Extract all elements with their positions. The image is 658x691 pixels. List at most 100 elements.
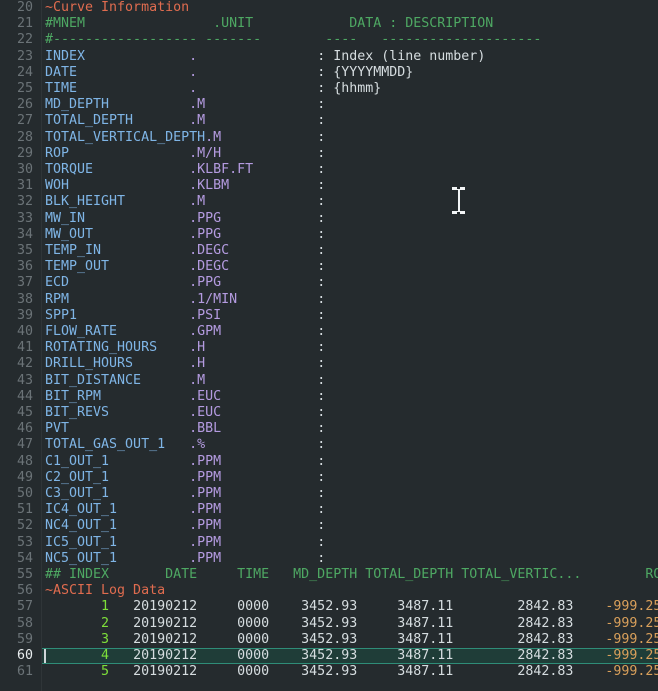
line-content[interactable]: ROP .M/H : bbox=[45, 146, 325, 162]
line-number[interactable]: 35 bbox=[0, 243, 33, 259]
editor-line[interactable]: 44 BIT_RPM .EUC : bbox=[0, 389, 658, 405]
line-number[interactable]: 53 bbox=[0, 535, 33, 551]
line-number[interactable]: 59 bbox=[0, 632, 33, 648]
editor-line[interactable]: 61 5 20190212 0000 3452.93 3487.11 2842.… bbox=[0, 664, 658, 680]
editor-line[interactable]: 21 #MNEM .UNIT DATA : DESCRIPTION bbox=[0, 16, 658, 32]
line-content[interactable]: ~ASCII Log Data bbox=[45, 583, 165, 599]
line-content[interactable]: TOTAL_DEPTH .M : bbox=[45, 113, 325, 129]
line-content[interactable]: 3 20190212 0000 3452.93 3487.11 2842.83 … bbox=[45, 632, 658, 648]
line-content[interactable]: PVT .BBL : bbox=[45, 421, 325, 437]
editor-line[interactable]: 39 SPP1 .PSI : bbox=[0, 308, 658, 324]
line-number[interactable]: 27 bbox=[0, 113, 33, 129]
line-number[interactable]: 48 bbox=[0, 454, 33, 470]
editor-line[interactable]: 24 DATE . : {YYYYMMDD} bbox=[0, 65, 658, 81]
line-content[interactable]: 2 20190212 0000 3452.93 3487.11 2842.83 … bbox=[45, 616, 658, 632]
line-content[interactable]: TOTAL_GAS_OUT_1 .% : bbox=[45, 437, 325, 453]
line-number[interactable]: 51 bbox=[0, 502, 33, 518]
line-number[interactable]: 57 bbox=[0, 599, 33, 615]
editor-line[interactable]: 42 DRILL_HOURS .H : bbox=[0, 356, 658, 372]
editor-line[interactable]: 50 C3_OUT_1 .PPM : bbox=[0, 486, 658, 502]
editor-line[interactable]: 38 RPM .1/MIN : bbox=[0, 292, 658, 308]
line-content[interactable]: TORQUE .KLBF.FT : bbox=[45, 162, 325, 178]
line-content[interactable]: IC4_OUT_1 .PPM : bbox=[45, 502, 325, 518]
line-number[interactable]: 56 bbox=[0, 583, 33, 599]
line-number[interactable]: 41 bbox=[0, 340, 33, 356]
line-content[interactable]: ~Curve Information bbox=[45, 0, 189, 16]
editor-line[interactable]: 57 1 20190212 0000 3452.93 3487.11 2842.… bbox=[0, 599, 658, 615]
line-number[interactable]: 32 bbox=[0, 194, 33, 210]
line-content[interactable]: ECD .PPG : bbox=[45, 275, 325, 291]
line-number[interactable]: 38 bbox=[0, 292, 33, 308]
editor-line[interactable]: 30 TORQUE .KLBF.FT : bbox=[0, 162, 658, 178]
line-number[interactable]: 28 bbox=[0, 130, 33, 146]
line-content[interactable]: INDEX . : Index (line number) bbox=[45, 49, 485, 65]
editor-line[interactable]: 27 TOTAL_DEPTH .M : bbox=[0, 113, 658, 129]
editor-line[interactable]: 33 MW_IN .PPG : bbox=[0, 211, 658, 227]
line-content[interactable]: IC5_OUT_1 .PPM : bbox=[45, 535, 325, 551]
editor-line[interactable]: 45 BIT_REVS .EUC : bbox=[0, 405, 658, 421]
line-number[interactable]: 40 bbox=[0, 324, 33, 340]
line-number[interactable]: 37 bbox=[0, 275, 33, 291]
editor-line[interactable]: 49 C2_OUT_1 .PPM : bbox=[0, 470, 658, 486]
editor-line[interactable]: 58 2 20190212 0000 3452.93 3487.11 2842.… bbox=[0, 616, 658, 632]
line-content[interactable]: RPM .1/MIN : bbox=[45, 292, 325, 308]
editor-line[interactable]: 34 MW_OUT .PPG : bbox=[0, 227, 658, 243]
line-number[interactable]: 47 bbox=[0, 437, 33, 453]
line-content[interactable]: TEMP_IN .DEGC : bbox=[45, 243, 325, 259]
line-number[interactable]: 60 bbox=[0, 648, 33, 664]
line-number[interactable]: 20 bbox=[0, 0, 33, 16]
editor-line[interactable]: 26 MD_DEPTH .M : bbox=[0, 97, 658, 113]
line-content[interactable]: #MNEM .UNIT DATA : DESCRIPTION bbox=[45, 16, 493, 32]
line-content[interactable]: C1_OUT_1 .PPM : bbox=[45, 454, 325, 470]
editor-line[interactable]: 47 TOTAL_GAS_OUT_1 .% : bbox=[0, 437, 658, 453]
line-content[interactable]: BIT_REVS .EUC : bbox=[45, 405, 325, 421]
line-content[interactable]: FLOW_RATE .GPM : bbox=[45, 324, 325, 340]
editor-line[interactable]: 41 ROTATING_HOURS .H : bbox=[0, 340, 658, 356]
line-number[interactable]: 26 bbox=[0, 97, 33, 113]
editor-line[interactable]: 23 INDEX . : Index (line number) bbox=[0, 49, 658, 65]
line-number[interactable]: 33 bbox=[0, 211, 33, 227]
line-content[interactable]: BIT_RPM .EUC : bbox=[45, 389, 325, 405]
line-number[interactable]: 34 bbox=[0, 227, 33, 243]
editor-line[interactable]: 25 TIME . : {hhmm} bbox=[0, 81, 658, 97]
editor-line[interactable]: 55 ## INDEX DATE TIME MD_DEPTH TOTAL_DEPT… bbox=[0, 567, 658, 583]
line-content[interactable]: C3_OUT_1 .PPM : bbox=[45, 486, 325, 502]
line-content[interactable]: DRILL_HOURS .H : bbox=[45, 356, 325, 372]
editor-line[interactable]: 46 PVT .BBL : bbox=[0, 421, 658, 437]
editor-line[interactable]: 56 ~ASCII Log Data bbox=[0, 583, 658, 599]
line-number[interactable]: 61 bbox=[0, 664, 33, 680]
line-content[interactable]: ## INDEX DATE TIME MD_DEPTH TOTAL_DEPTH … bbox=[45, 567, 658, 583]
editor-line[interactable]: 54 NC5_OUT_1 .PPM : bbox=[0, 551, 658, 567]
line-content[interactable]: WOH .KLBM : bbox=[45, 178, 325, 194]
editor-line[interactable]: 32 BLK_HEIGHT .M : bbox=[0, 194, 658, 210]
line-content[interactable]: #------------------ ------- ---- -------… bbox=[45, 32, 541, 48]
line-number[interactable]: 39 bbox=[0, 308, 33, 324]
editor-line[interactable]: 35 TEMP_IN .DEGC : bbox=[0, 243, 658, 259]
line-content[interactable]: DATE . : {YYYYMMDD} bbox=[45, 65, 413, 81]
line-number[interactable]: 21 bbox=[0, 16, 33, 32]
line-content[interactable]: ROTATING_HOURS .H : bbox=[45, 340, 325, 356]
line-content[interactable]: BIT_DISTANCE .M : bbox=[45, 373, 325, 389]
editor-line[interactable]: 36 TEMP_OUT .DEGC : bbox=[0, 259, 658, 275]
line-content[interactable]: TIME . : {hhmm} bbox=[45, 81, 381, 97]
editor-line[interactable]: 40 FLOW_RATE .GPM : bbox=[0, 324, 658, 340]
editor-line-active[interactable]: 60 4 20190212 0000 3452.93 3487.11 2842.… bbox=[0, 648, 658, 665]
line-content[interactable]: C2_OUT_1 .PPM : bbox=[45, 470, 325, 486]
editor-line[interactable]: 51 IC4_OUT_1 .PPM : bbox=[0, 502, 658, 518]
line-content[interactable]: TEMP_OUT .DEGC : bbox=[45, 259, 325, 275]
line-content[interactable]: BLK_HEIGHT .M : bbox=[45, 194, 325, 210]
line-content[interactable]: 4 20190212 0000 3452.93 3487.11 2842.83 … bbox=[45, 648, 658, 664]
code-editor[interactable]: 20 ~Curve Information 21 #MNEM .UNIT DATA :… bbox=[0, 0, 658, 691]
line-number[interactable]: 44 bbox=[0, 389, 33, 405]
line-content[interactable]: NC5_OUT_1 .PPM : bbox=[45, 551, 325, 567]
editor-line[interactable]: 43 BIT_DISTANCE .M : bbox=[0, 373, 658, 389]
line-number[interactable]: 58 bbox=[0, 616, 33, 632]
line-content[interactable]: SPP1 .PSI : bbox=[45, 308, 325, 324]
line-number[interactable]: 45 bbox=[0, 405, 33, 421]
editor-line[interactable]: 29 ROP .M/H : bbox=[0, 146, 658, 162]
line-number[interactable]: 22 bbox=[0, 32, 33, 48]
line-number[interactable]: 43 bbox=[0, 373, 33, 389]
line-number[interactable]: 36 bbox=[0, 259, 33, 275]
line-number[interactable]: 46 bbox=[0, 421, 33, 437]
line-number[interactable]: 54 bbox=[0, 551, 33, 567]
